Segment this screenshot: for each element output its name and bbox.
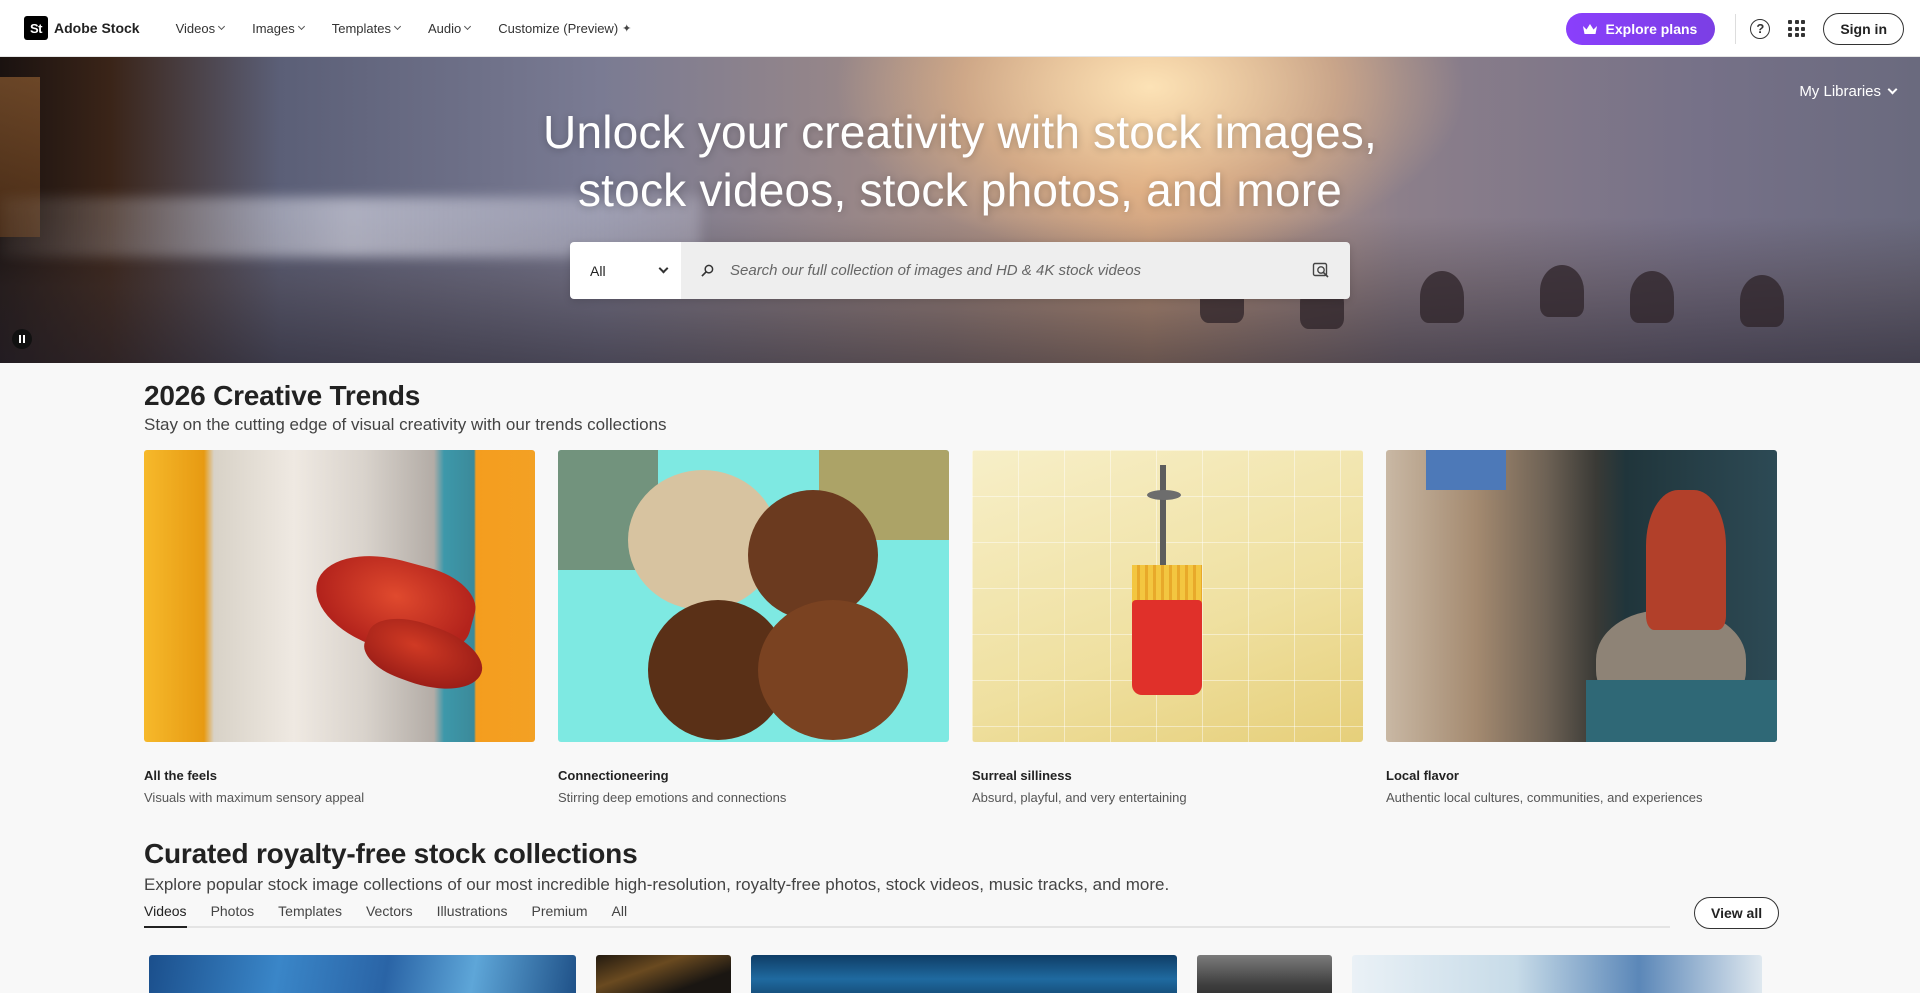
nav-divider <box>1735 13 1737 44</box>
trend-description: Absurd, playful, and very entertaining <box>972 790 1187 805</box>
trend-image <box>558 450 949 742</box>
chevron-down-icon <box>464 22 472 31</box>
explore-plans-label: Explore plans <box>1605 20 1698 37</box>
nav-item-audio[interactable]: Audio <box>427 20 472 36</box>
tab-all[interactable]: All <box>612 901 628 928</box>
trend-name: All the feels <box>144 768 217 783</box>
apps-grid-icon[interactable] <box>1788 20 1806 37</box>
collection-thumbnail[interactable] <box>751 955 1177 993</box>
main-menu: Videos Images Templates Audio Customize … <box>176 21 660 36</box>
search-type-value: All <box>590 262 606 279</box>
trend-description: Authentic local cultures, communities, a… <box>1386 790 1703 805</box>
search-type-select[interactable]: All <box>570 242 681 299</box>
trend-description: Stirring deep emotions and connections <box>558 790 787 805</box>
trend-description: Visuals with maximum sensory appeal <box>144 790 365 805</box>
nav-item-label: Customize (Preview) <box>498 20 619 36</box>
view-all-button[interactable]: View all <box>1694 897 1780 929</box>
brand-name: Adobe Stock <box>54 20 140 36</box>
chevron-down-icon <box>658 263 669 274</box>
trend-card-surreal-silliness[interactable]: Surreal silliness Absurd, playful, and v… <box>972 450 1363 805</box>
explore-plans-button[interactable]: Explore plans <box>1565 12 1716 45</box>
my-libraries-dropdown[interactable]: My Libraries <box>1799 83 1898 100</box>
adobe-stock-logo: St <box>24 16 48 40</box>
curated-subtitle: Explore popular stock image collections … <box>144 875 1170 894</box>
tab-photos[interactable]: Photos <box>211 901 255 928</box>
tab-illustrations[interactable]: Illustrations <box>437 901 508 928</box>
visual-search-icon[interactable] <box>1312 261 1330 279</box>
collection-thumbnail[interactable] <box>1197 955 1332 993</box>
search-bar: All <box>570 242 1350 299</box>
tab-vectors[interactable]: Vectors <box>366 901 413 928</box>
trend-image <box>972 450 1363 742</box>
trend-image <box>144 450 535 742</box>
chevron-down-icon <box>297 22 305 31</box>
hero-title-line-2: stock videos, stock photos, and more <box>577 164 1343 216</box>
hero-banner: My Libraries Unlock your creativity with… <box>0 57 1920 363</box>
trend-image <box>1386 450 1777 742</box>
search-field <box>681 242 1350 299</box>
collection-tabs: Videos Photos Templates Vectors Illustra… <box>144 901 1670 928</box>
nav-item-templates[interactable]: Templates <box>331 20 402 36</box>
collection-thumbnail[interactable] <box>596 955 731 993</box>
trend-name: Local flavor <box>1386 768 1459 783</box>
tab-templates[interactable]: Templates <box>278 901 342 928</box>
sign-in-button[interactable]: Sign in <box>1823 12 1904 45</box>
trend-name: Surreal silliness <box>972 768 1072 783</box>
nav-item-customize[interactable]: Customize (Preview) ✦ <box>498 21 631 36</box>
hero-title: Unlock your creativity with stock images… <box>0 103 1920 219</box>
tab-videos[interactable]: Videos <box>144 901 187 928</box>
nav-actions: Explore plans ? Sign in <box>1565 0 1920 57</box>
trend-card-connectioneering[interactable]: Connectioneering Stirring deep emotions … <box>558 450 949 805</box>
nav-item-label: Images <box>252 20 295 36</box>
trends-title: 2026 Creative Trends <box>144 380 421 411</box>
curated-title: Curated royalty-free stock collections <box>144 838 638 869</box>
nav-item-label: Videos <box>175 20 216 36</box>
nav-item-label: Templates <box>331 20 391 36</box>
top-nav: St Adobe Stock Videos Images Templates A… <box>0 0 1920 57</box>
nav-item-label: Audio <box>427 20 462 36</box>
chevron-down-icon <box>218 22 226 31</box>
chevron-down-icon <box>393 22 402 31</box>
crown-icon <box>1582 23 1597 34</box>
brand[interactable]: St Adobe Stock <box>24 16 140 40</box>
collection-thumbnail[interactable] <box>149 955 576 993</box>
trend-card-local-flavor[interactable]: Local flavor Authentic local cultures, c… <box>1386 450 1777 805</box>
trend-name: Connectioneering <box>558 768 669 783</box>
search-icon <box>701 264 714 277</box>
collection-thumbnail[interactable] <box>1352 955 1762 993</box>
sparkle-icon: ✦ <box>622 22 632 35</box>
hero-title-line-1: Unlock your creativity with stock images… <box>543 106 1377 158</box>
tab-premium[interactable]: Premium <box>531 901 587 928</box>
nav-item-videos[interactable]: Videos <box>175 20 226 36</box>
nav-item-images[interactable]: Images <box>252 20 305 36</box>
help-icon[interactable]: ? <box>1750 18 1771 39</box>
search-input[interactable] <box>730 262 1290 279</box>
chevron-down-icon <box>1887 84 1898 95</box>
trends-subtitle: Stay on the cutting edge of visual creat… <box>144 415 667 434</box>
my-libraries-label: My Libraries <box>1799 83 1881 100</box>
trend-card-all-the-feels[interactable]: All the feels Visuals with maximum senso… <box>144 450 535 805</box>
pause-video-button[interactable] <box>12 329 32 349</box>
